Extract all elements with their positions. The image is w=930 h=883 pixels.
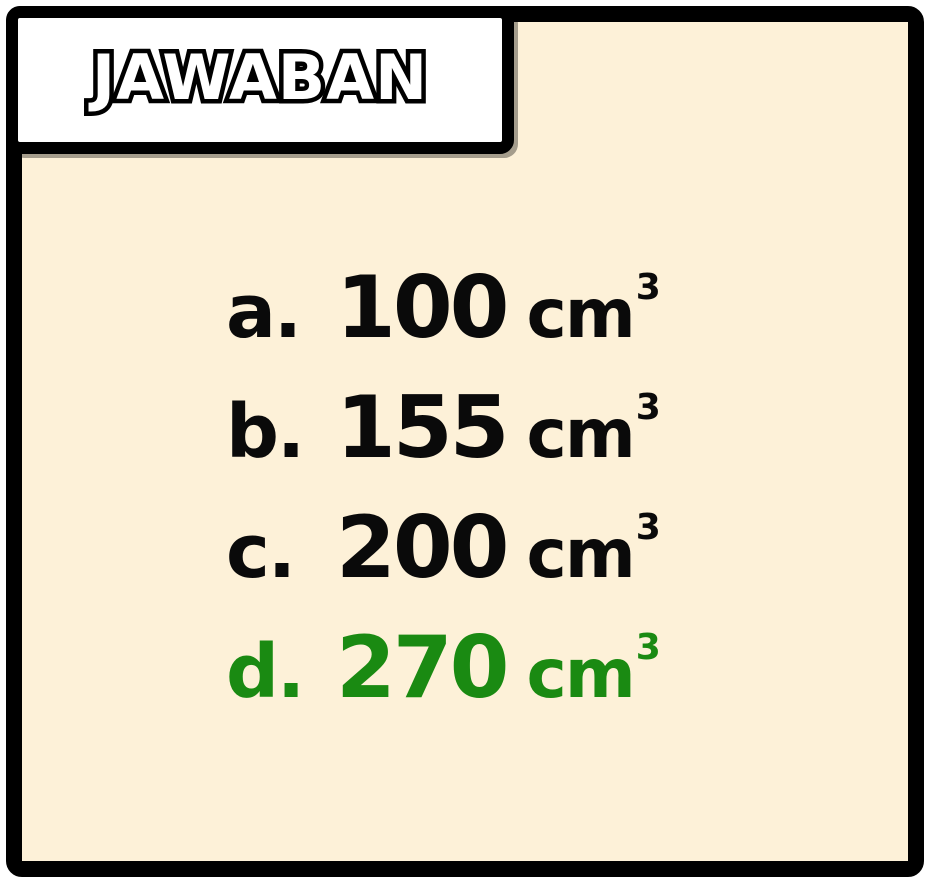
header-title: JAWABAN: [88, 41, 432, 114]
option-exponent: 3: [635, 387, 661, 428]
option-unit: cm: [526, 635, 636, 714]
option-unit: cm: [526, 515, 636, 594]
header-box: JAWABAN: [6, 6, 514, 154]
option-letter: b.: [226, 389, 305, 475]
option-letter: a.: [226, 269, 302, 355]
option-exponent: 3: [635, 627, 661, 668]
option-exponent: 3: [635, 267, 661, 308]
option-value: 155: [336, 378, 510, 478]
option-a: a. 100 cm 3: [226, 258, 661, 378]
option-exponent: 3: [635, 507, 661, 548]
option-value: 270: [336, 618, 510, 718]
option-c: c. 200 cm 3: [226, 498, 661, 618]
option-b: b. 155 cm 3: [226, 378, 661, 498]
option-value: 200: [336, 498, 510, 598]
option-letter: d.: [226, 629, 305, 715]
options-list: a. 100 cm 3 b. 155 cm 3 c. 200 cm 3 d. 2…: [226, 258, 661, 738]
option-letter: c.: [226, 509, 296, 595]
option-unit: cm: [526, 275, 636, 354]
option-unit: cm: [526, 395, 636, 474]
option-value: 100: [336, 258, 510, 358]
option-d-correct: d. 270 cm 3: [226, 618, 661, 738]
